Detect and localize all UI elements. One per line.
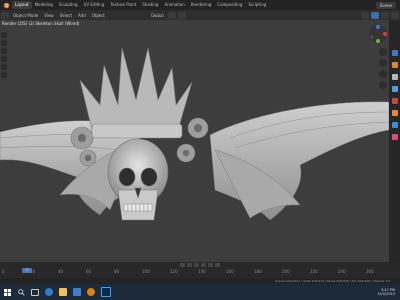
- navigation-gizmo[interactable]: [367, 23, 389, 45]
- clock-date: 12/9/2019: [377, 292, 395, 296]
- tick-label: 260: [366, 269, 374, 274]
- transform-orientation[interactable]: Global: [148, 13, 167, 18]
- render-tab-icon[interactable]: [391, 62, 398, 68]
- pan-hand-icon[interactable]: [379, 59, 387, 67]
- jump-start-icon[interactable]: [180, 263, 185, 267]
- tab-shading[interactable]: Shading: [139, 1, 161, 9]
- tab-animation[interactable]: Animation: [161, 1, 187, 9]
- tab-layout[interactable]: Layout: [12, 1, 32, 9]
- shading-rendered-button[interactable]: [391, 11, 399, 19]
- os-taskbar: 3:47 PM 12/9/2019: [0, 284, 400, 300]
- tick-label: 240: [338, 269, 346, 274]
- grid-perspective-icon[interactable]: [379, 81, 387, 89]
- camera-view-icon[interactable]: [379, 70, 387, 78]
- menu-add[interactable]: Add: [75, 13, 89, 18]
- blender-icon[interactable]: [87, 288, 95, 296]
- object-tab-icon[interactable]: [391, 110, 398, 116]
- tab-modeling[interactable]: Modeling: [32, 1, 56, 9]
- tick-label: 40: [58, 269, 64, 274]
- store-icon[interactable]: [73, 288, 81, 296]
- next-key-icon[interactable]: [208, 263, 213, 267]
- windows-start-icon[interactable]: [3, 288, 11, 296]
- task-view-icon[interactable]: [31, 288, 39, 296]
- tick-label: 200: [282, 269, 290, 274]
- menu-select[interactable]: Select: [57, 13, 75, 18]
- menu-object[interactable]: Object: [89, 13, 108, 18]
- menu-view[interactable]: View: [41, 13, 57, 18]
- tab-scripting[interactable]: Scripting: [245, 1, 269, 9]
- overlay-button[interactable]: [361, 11, 369, 19]
- play-reverse-icon[interactable]: [194, 263, 199, 267]
- skull-model[interactable]: [0, 20, 389, 262]
- timeline[interactable]: 0 20 40 60 80 100 120 140 160 180 200 22…: [0, 262, 400, 278]
- tool-tab-icon[interactable]: [391, 50, 398, 56]
- tick-label: 60: [86, 269, 92, 274]
- playhead[interactable]: 1: [22, 268, 32, 273]
- 3d-viewport[interactable]: Render (Z/S) (2) Skeleton Skull (Wired): [0, 20, 389, 262]
- top-bar: Layout Modeling Sculpting UV Editing Tex…: [0, 0, 400, 10]
- proportional-button[interactable]: [177, 11, 186, 19]
- search-icon[interactable]: [17, 288, 25, 296]
- tick-label: 160: [226, 269, 234, 274]
- scene-stats: Scene Collection | Verts 105,614 | Faces…: [275, 279, 390, 283]
- prev-key-icon[interactable]: [187, 263, 192, 267]
- right-wing: [209, 101, 389, 221]
- jump-end-icon[interactable]: [215, 263, 220, 267]
- tab-compositing[interactable]: Compositing: [214, 1, 245, 9]
- modifier-tab-icon[interactable]: [391, 122, 398, 128]
- tick-label: 100: [142, 269, 150, 274]
- blender-logo-icon[interactable]: [2, 1, 10, 9]
- mode-selector[interactable]: Object Mode: [10, 13, 41, 18]
- crown: [79, 47, 193, 139]
- tab-uv-editing[interactable]: UV Editing: [81, 1, 108, 9]
- material-tab-icon[interactable]: [391, 134, 398, 140]
- shading-material-button[interactable]: [381, 11, 389, 19]
- folder-icon[interactable]: [59, 288, 67, 296]
- clock[interactable]: 3:47 PM 12/9/2019: [377, 288, 400, 296]
- editor-type-button[interactable]: [1, 11, 9, 19]
- tick-label: 80: [114, 269, 120, 274]
- tick-label: 180: [254, 269, 262, 274]
- tick-label: 0: [2, 269, 5, 274]
- output-tab-icon[interactable]: [391, 74, 398, 80]
- tab-texture-paint[interactable]: Texture Paint: [107, 1, 139, 9]
- play-icon[interactable]: [201, 263, 206, 267]
- timeline-ruler: 0 20 40 60 80 100 120 140 160 180 200 22…: [0, 269, 400, 275]
- playback-controls: [0, 262, 400, 268]
- edge-icon[interactable]: [45, 288, 53, 296]
- tab-rendering[interactable]: Rendering: [188, 1, 214, 9]
- zoom-icon[interactable]: [379, 48, 387, 56]
- scene-selector[interactable]: Scene: [375, 1, 396, 9]
- world-tab-icon[interactable]: [391, 98, 398, 104]
- shading-solid-button[interactable]: [371, 11, 379, 19]
- tick-label: 120: [170, 269, 178, 274]
- skull: [107, 138, 169, 221]
- tab-sculpting[interactable]: Sculpting: [56, 1, 81, 9]
- tick-label: 140: [198, 269, 206, 274]
- scene-tab-icon[interactable]: [391, 86, 398, 92]
- tick-label: 220: [310, 269, 318, 274]
- photoshop-icon[interactable]: [101, 287, 111, 297]
- view-nav-buttons: [379, 48, 387, 89]
- properties-tabs: [389, 20, 400, 262]
- snap-button[interactable]: [167, 11, 176, 19]
